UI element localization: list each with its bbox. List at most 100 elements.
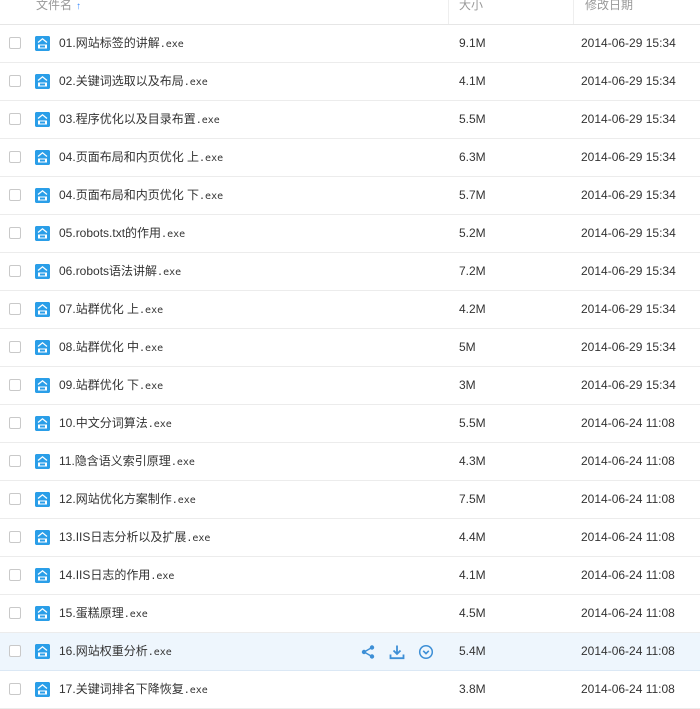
row-checkbox[interactable] bbox=[9, 341, 21, 353]
file-name-link[interactable]: 11.隐含语义索引原理.exe bbox=[59, 443, 195, 481]
file-row[interactable]: 04.页面布局和内页优化 下.exe 5.7M 2014-06-29 15:34 bbox=[0, 177, 700, 215]
row-checkbox[interactable] bbox=[9, 151, 21, 163]
file-name-title: 页面布局和内页优化 下 bbox=[75, 188, 200, 202]
row-checkbox[interactable] bbox=[9, 303, 21, 315]
file-name-prefix: 14. bbox=[59, 568, 76, 582]
column-divider[interactable] bbox=[448, 0, 449, 24]
file-name-link[interactable]: 09.站群优化 下.exe bbox=[59, 367, 163, 405]
file-size: 5.5M bbox=[459, 416, 486, 430]
file-size: 4.3M bbox=[459, 454, 486, 468]
file-size: 7.5M bbox=[459, 492, 486, 506]
file-row[interactable]: 16.网站权重分析.exe 5.4M 2014-06-24 11:08 bbox=[0, 633, 700, 671]
row-checkbox[interactable] bbox=[9, 417, 21, 429]
file-name-link[interactable]: 05.robots.txt的作用.exe bbox=[59, 215, 185, 253]
file-row[interactable]: 03.程序优化以及目录布置.exe 5.5M 2014-06-29 15:34 bbox=[0, 101, 700, 139]
file-name-link[interactable]: 17.关键词排名下降恢复.exe bbox=[59, 671, 208, 709]
file-name-title: 程序优化以及目录布置 bbox=[75, 112, 196, 126]
file-row[interactable]: 06.robots语法讲解.exe 7.2M 2014-06-29 15:34 bbox=[0, 253, 700, 291]
file-name-link[interactable]: 01.网站标签的讲解.exe bbox=[59, 25, 184, 63]
file-row[interactable]: 08.站群优化 中.exe 5M 2014-06-29 15:34 bbox=[0, 329, 700, 367]
row-checkbox[interactable] bbox=[9, 75, 21, 87]
file-name-prefix: 12. bbox=[59, 492, 76, 506]
file-row[interactable]: 01.网站标签的讲解.exe 9.1M 2014-06-29 15:34 bbox=[0, 25, 700, 63]
file-name-link[interactable]: 15.蛋糕原理.exe bbox=[59, 595, 148, 633]
file-name-link[interactable]: 12.网站优化方案制作.exe bbox=[59, 481, 196, 519]
file-name-link[interactable]: 14.IIS日志的作用.exe bbox=[59, 557, 174, 595]
file-row[interactable]: 15.蛋糕原理.exe 4.5M 2014-06-24 11:08 bbox=[0, 595, 700, 633]
row-checkbox[interactable] bbox=[9, 493, 21, 505]
exe-file-icon bbox=[35, 644, 50, 659]
row-checkbox[interactable] bbox=[9, 227, 21, 239]
download-icon[interactable] bbox=[389, 644, 405, 660]
row-checkbox[interactable] bbox=[9, 455, 21, 467]
file-size: 4.1M bbox=[459, 74, 486, 88]
exe-file-icon bbox=[35, 150, 50, 165]
file-name-prefix: 04. bbox=[59, 188, 76, 202]
file-name-prefix: 06. bbox=[59, 264, 76, 278]
file-modified-date: 2014-06-24 11:08 bbox=[581, 682, 675, 696]
row-checkbox[interactable] bbox=[9, 37, 21, 49]
file-name-link[interactable]: 08.站群优化 中.exe bbox=[59, 329, 163, 367]
file-modified-date: 2014-06-24 11:08 bbox=[581, 530, 675, 544]
file-size: 3M bbox=[459, 378, 476, 392]
file-name-link[interactable]: 07.站群优化 上.exe bbox=[59, 291, 163, 329]
column-modified-label: 修改日期 bbox=[585, 0, 634, 12]
row-checkbox[interactable] bbox=[9, 379, 21, 391]
file-row[interactable]: 17.关键词排名下降恢复.exe 3.8M 2014-06-24 11:08 bbox=[0, 671, 700, 709]
column-header-name[interactable]: 文件名 ↑ bbox=[36, 0, 81, 24]
file-name-ext: .exe bbox=[159, 39, 184, 50]
file-row[interactable]: 02.关键词选取以及布局.exe 4.1M 2014-06-29 15:34 bbox=[0, 63, 700, 101]
sort-ascending-icon[interactable]: ↑ bbox=[76, 1, 81, 12]
row-checkbox[interactable] bbox=[9, 683, 21, 695]
column-header-modified[interactable]: 修改日期 bbox=[585, 0, 633, 24]
file-name-link[interactable]: 16.网站权重分析.exe bbox=[59, 633, 172, 671]
file-name-ext: .exe bbox=[195, 115, 220, 126]
file-modified-date: 2014-06-24 11:08 bbox=[581, 606, 675, 620]
column-divider[interactable] bbox=[573, 0, 574, 24]
file-size: 5M bbox=[459, 340, 476, 354]
file-name-ext: .exe bbox=[186, 533, 211, 544]
file-row[interactable]: 12.网站优化方案制作.exe 7.5M 2014-06-24 11:08 bbox=[0, 481, 700, 519]
file-row[interactable]: 04.页面布局和内页优化 上.exe 6.3M 2014-06-29 15:34 bbox=[0, 139, 700, 177]
file-name-link[interactable]: 13.IIS日志分析以及扩展.exe bbox=[59, 519, 210, 557]
file-row[interactable]: 09.站群优化 下.exe 3M 2014-06-29 15:34 bbox=[0, 367, 700, 405]
column-header-size[interactable]: 大小 bbox=[459, 0, 483, 24]
file-name-title: 页面布局和内页优化 上 bbox=[75, 150, 200, 164]
file-name-prefix: 03. bbox=[59, 112, 76, 126]
file-name-link[interactable]: 10.中文分词算法.exe bbox=[59, 405, 172, 443]
file-name-prefix: 05. bbox=[59, 226, 76, 240]
more-options-icon[interactable] bbox=[418, 644, 434, 660]
file-name-link[interactable]: 04.页面布局和内页优化 上.exe bbox=[59, 139, 223, 177]
file-name-link[interactable]: 03.程序优化以及目录布置.exe bbox=[59, 101, 220, 139]
file-modified-date: 2014-06-29 15:34 bbox=[581, 112, 676, 126]
file-row[interactable]: 11.隐含语义索引原理.exe 4.3M 2014-06-24 11:08 bbox=[0, 443, 700, 481]
row-checkbox[interactable] bbox=[9, 569, 21, 581]
file-modified-date: 2014-06-24 11:08 bbox=[581, 644, 675, 658]
file-name-ext: .exe bbox=[183, 685, 208, 696]
file-name-title: robots.txt的作用 bbox=[75, 226, 162, 240]
file-name-link[interactable]: 04.页面布局和内页优化 下.exe bbox=[59, 177, 223, 215]
file-modified-date: 2014-06-24 11:08 bbox=[581, 492, 675, 506]
file-name-title: 网站权重分析 bbox=[75, 644, 148, 658]
file-name-prefix: 17. bbox=[59, 682, 76, 696]
file-name-ext: .exe bbox=[139, 343, 164, 354]
exe-file-icon bbox=[35, 682, 50, 697]
file-modified-date: 2014-06-24 11:08 bbox=[581, 454, 675, 468]
share-icon[interactable] bbox=[360, 644, 376, 660]
file-name-link[interactable]: 02.关键词选取以及布局.exe bbox=[59, 63, 208, 101]
row-checkbox[interactable] bbox=[9, 645, 21, 657]
row-checkbox[interactable] bbox=[9, 265, 21, 277]
row-checkbox[interactable] bbox=[9, 113, 21, 125]
file-row[interactable]: 14.IIS日志的作用.exe 4.1M 2014-06-24 11:08 bbox=[0, 557, 700, 595]
exe-file-icon bbox=[35, 264, 50, 279]
row-checkbox[interactable] bbox=[9, 607, 21, 619]
file-row[interactable]: 13.IIS日志分析以及扩展.exe 4.4M 2014-06-24 11:08 bbox=[0, 519, 700, 557]
file-row[interactable]: 05.robots.txt的作用.exe 5.2M 2014-06-29 15:34 bbox=[0, 215, 700, 253]
file-size: 4.2M bbox=[459, 302, 486, 316]
file-row[interactable]: 07.站群优化 上.exe 4.2M 2014-06-29 15:34 bbox=[0, 291, 700, 329]
row-checkbox[interactable] bbox=[9, 189, 21, 201]
file-name-title: 站群优化 下 bbox=[75, 378, 140, 392]
file-row[interactable]: 10.中文分词算法.exe 5.5M 2014-06-24 11:08 bbox=[0, 405, 700, 443]
file-name-link[interactable]: 06.robots语法讲解.exe bbox=[59, 253, 181, 291]
row-checkbox[interactable] bbox=[9, 531, 21, 543]
